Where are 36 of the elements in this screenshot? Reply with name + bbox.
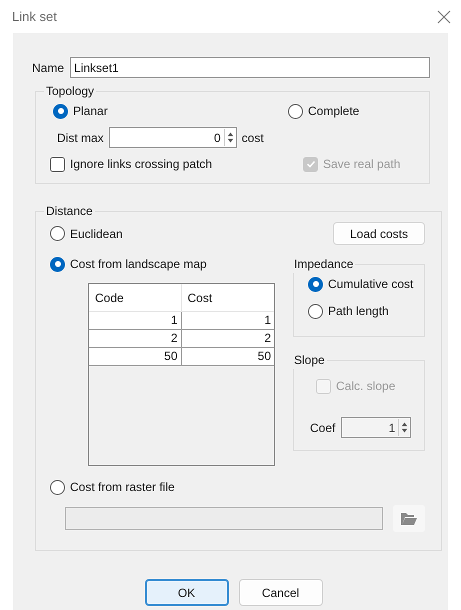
- name-label: Name: [32, 60, 64, 76]
- topology-title: Topology: [45, 83, 96, 100]
- cost-raster-radio[interactable]: Cost from raster file: [50, 478, 175, 496]
- table-cell: 50: [89, 348, 182, 365]
- impedance-radio[interactable]: Cumulative cost: [308, 275, 414, 293]
- name-field[interactable]: Linkset1: [70, 57, 430, 78]
- column-header[interactable]: Cost: [182, 284, 274, 311]
- impedance-radio[interactable]: Path length: [308, 302, 389, 320]
- checkmark-icon: [306, 159, 316, 169]
- browse-button[interactable]: [393, 505, 425, 532]
- window-title: Link set: [12, 8, 57, 26]
- dist-max-label: Dist max: [57, 130, 104, 146]
- table-cell-text: 2: [263, 330, 272, 347]
- table-cell-text: 1: [263, 312, 272, 329]
- column-header[interactable]: Code: [89, 284, 182, 311]
- table-cell: 2: [89, 330, 182, 347]
- spinner-arrows-icon[interactable]: [224, 129, 236, 146]
- planar-radio[interactable]: Planar: [53, 102, 108, 120]
- cancel-button[interactable]: Cancel: [238, 579, 322, 606]
- ok-button[interactable]: OK: [144, 579, 228, 606]
- table-cell: 1: [89, 312, 182, 329]
- ignore-links-checkbox[interactable]: Ignore links crossing patch: [50, 155, 212, 173]
- impedance-title: Impedance: [293, 256, 354, 273]
- complete-radio[interactable]: Complete: [288, 102, 360, 120]
- load-costs-button[interactable]: Load costs: [333, 222, 425, 245]
- table-cell-text: 50: [256, 348, 272, 365]
- coef-label: Coef: [310, 420, 336, 436]
- raster-file-field[interactable]: [65, 507, 383, 530]
- cost-landscape-radio[interactable]: Cost from landscape map: [50, 255, 207, 273]
- distance-title: Distance: [45, 203, 94, 220]
- folder-icon: [400, 511, 418, 526]
- close-icon[interactable]: [437, 10, 451, 24]
- slope-title: Slope: [293, 352, 326, 369]
- euclidean-radio[interactable]: Euclidean: [50, 224, 123, 242]
- dist-max-field[interactable]: 0: [108, 127, 237, 148]
- unit-label: cost: [242, 130, 264, 146]
